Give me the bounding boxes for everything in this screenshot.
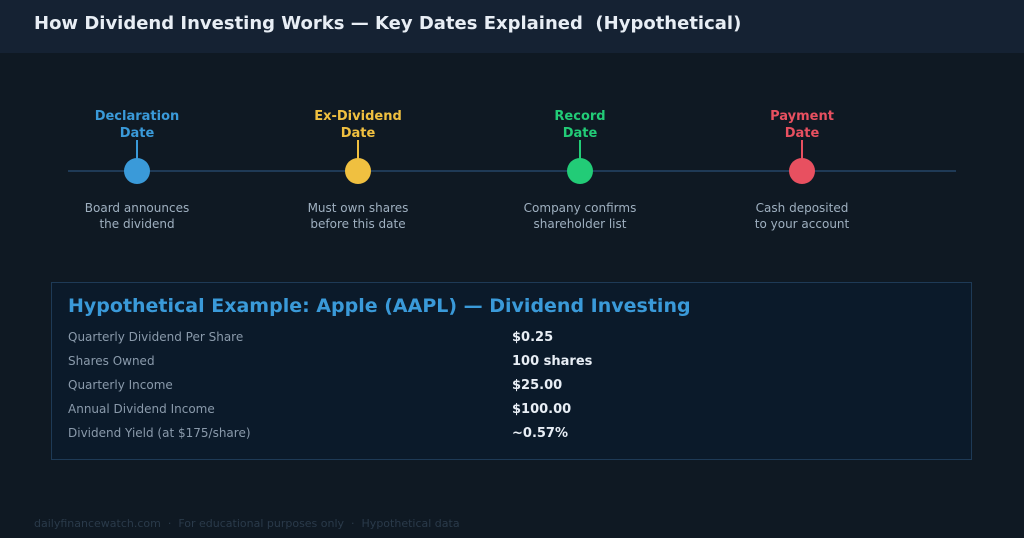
step-label-line1: Record [554,109,606,124]
row-value: $0.25 [512,330,554,345]
footer-credit: dailyfinancewatch.com · For educational … [34,517,460,530]
row-value: ~0.57% [512,426,568,441]
page-title: How Dividend Investing Works — Key Dates… [34,13,742,34]
step-description: Board announces the dividend [47,200,227,232]
example-title: Hypothetical Example: Apple (AAPL) — Div… [68,295,691,317]
example-row: Annual Dividend Income $100.00 [68,402,948,422]
step-dot [567,158,593,184]
step-label: Record Date [490,108,670,142]
step-dot [789,158,815,184]
step-desc-line2: shareholder list [533,217,627,231]
step-label-line1: Ex-Dividend [314,109,402,124]
step-dot [124,158,150,184]
example-row: Quarterly Dividend Per Share $0.25 [68,330,948,350]
page: How Dividend Investing Works — Key Dates… [0,0,1024,538]
step-label-line1: Payment [770,109,834,124]
step-label-line1: Declaration [94,109,180,124]
example-row: Shares Owned 100 shares [68,354,948,374]
step-label: Declaration Date [47,108,227,142]
row-value: $100.00 [512,402,572,417]
step-desc-line2: to your account [754,217,850,231]
step-description: Company confirms shareholder list [490,200,670,232]
row-label: Quarterly Income [68,378,173,392]
step-desc-line2: the dividend [99,217,175,231]
row-value: $25.00 [512,378,563,393]
step-description: Must own shares before this date [268,200,448,232]
step-description: Cash deposited to your account [712,200,892,232]
step-desc-line1: Cash deposited [755,201,849,215]
example-panel: Hypothetical Example: Apple (AAPL) — Div… [51,282,972,460]
row-label: Annual Dividend Income [68,402,215,416]
row-label: Shares Owned [68,354,155,368]
row-value: 100 shares [512,354,593,369]
step-desc-line1: Must own shares [307,201,409,215]
row-label: Quarterly Dividend Per Share [68,330,244,344]
row-label: Dividend Yield (at $175/share) [68,426,251,440]
step-label: Ex-Dividend Date [268,108,448,142]
step-dot [345,158,371,184]
step-desc-line1: Company confirms [523,201,637,215]
step-desc-line1: Board announces [84,201,190,215]
example-row: Quarterly Income $25.00 [68,378,948,398]
example-row: Dividend Yield (at $175/share) ~0.57% [68,426,948,446]
step-label: Payment Date [712,108,892,142]
header-bar: How Dividend Investing Works — Key Dates… [0,0,1024,53]
timeline-line [68,170,956,172]
step-desc-line2: before this date [310,217,406,231]
